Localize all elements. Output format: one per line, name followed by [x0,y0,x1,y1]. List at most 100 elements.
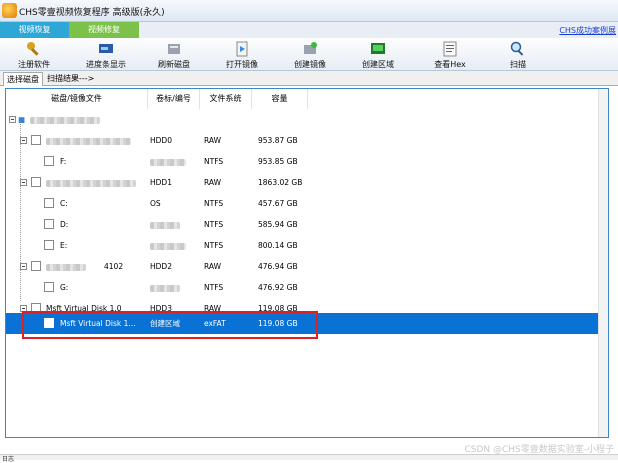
hex-view-icon [443,41,457,57]
disk-row[interactable]: HDD1 RAW 1863.02 GB [6,172,599,193]
partition-label: OS [150,199,161,208]
disk-filesystem: RAW [204,178,222,187]
partition-capacity: 457.67 GB [258,199,298,208]
partition-filesystem: NTFS [204,157,224,166]
tab-video-repair[interactable]: 视频修复 [69,22,139,38]
disk-label: HDD2 [150,262,172,271]
partition-filesystem: NTFS [204,220,224,229]
collapse-toggle[interactable] [20,179,27,186]
toolbar: 注册软件 进度条显示 刷新磁盘 打开镜像 创建镜像 创建区域 查看Hex 扫描 [0,38,618,71]
row-checkbox[interactable] [31,261,41,271]
success-cases-link[interactable]: CHS成功案例展 [559,25,616,36]
view-hex-button[interactable]: 查看Hex [430,39,470,70]
partition-filesystem: NTFS [204,199,224,208]
disk-list-panel: 磁盘/镜像文件 卷标/编号 文件系统 容量 ■ HDD0 RAW 953.87 … [5,88,609,438]
app-logo-icon [2,3,17,18]
create-image-icon [304,42,317,54]
key-icon [27,42,39,56]
magnifier-icon [510,41,524,56]
progress-label: 进度条显示 [86,60,126,69]
disk-label: HDD1 [150,178,172,187]
disk-name [46,172,136,193]
computer-root-row[interactable]: ■ [6,109,599,130]
progress-icon [99,44,113,53]
row-checkbox[interactable] [31,135,41,145]
status-text: 日志 [2,456,15,463]
row-checkbox[interactable] [44,198,54,208]
disk-label: HDD0 [150,136,172,145]
row-checkbox[interactable] [44,219,54,229]
row-checkbox[interactable] [44,282,54,292]
create-image-label: 创建镜像 [294,60,326,69]
create-region-icon [371,43,385,54]
partition-name: C: [60,199,68,208]
refresh-disk-label: 刷新磁盘 [158,60,190,69]
partition-name: D: [60,220,69,229]
progress-button[interactable]: 进度条显示 [80,39,132,70]
refresh-disk-button[interactable]: 刷新磁盘 [154,39,194,70]
disk-name [46,130,131,151]
partition-row[interactable]: G: NTFS 476.92 GB [6,277,599,298]
partition-row[interactable]: F: NTFS 953.85 GB [6,151,599,172]
computer-icon: ■ [18,115,26,124]
partition-name: F: [60,157,67,166]
main-tab-bar: 视频恢复 视频修复 [0,22,618,38]
header-label[interactable]: 卷标/编号 [148,89,200,109]
header-disk[interactable]: 磁盘/镜像文件 [6,89,148,109]
partition-row[interactable]: E: NTFS 800.14 GB [6,235,599,256]
register-label: 注册软件 [18,60,50,69]
partition-row[interactable]: C: OS NTFS 457.67 GB [6,193,599,214]
partition-capacity: 585.94 GB [258,220,298,229]
view-hex-label: 查看Hex [434,60,466,69]
partition-label [150,151,186,172]
open-image-icon [236,41,248,57]
open-image-label: 打开镜像 [226,60,258,69]
row-checkbox[interactable] [44,240,54,250]
disk-filesystem: RAW [204,136,222,145]
row-checkbox[interactable] [31,177,41,187]
collapse-toggle[interactable] [9,116,16,123]
window-title: CHS零壹视频恢复程序 高级版(永久) [19,8,165,18]
vertical-scrollbar[interactable] [598,89,608,437]
partition-name: G: [60,283,69,292]
partition-label [150,214,180,235]
disk-capacity: 1863.02 GB [258,178,303,187]
open-image-button[interactable]: 打开镜像 [222,39,262,70]
create-region-label: 创建区域 [362,60,394,69]
partition-label [150,235,186,256]
disk-row[interactable]: 4102 HDD2 RAW 476.94 GB [6,256,599,277]
disk-name-blurred [46,256,86,277]
disk-capacity: 476.94 GB [258,262,298,271]
scan-button[interactable]: 扫描 [498,39,538,70]
row-checkbox[interactable] [44,156,54,166]
partition-capacity: 953.85 GB [258,157,298,166]
table-header: 磁盘/镜像文件 卷标/编号 文件系统 容量 [6,89,599,109]
header-filesystem[interactable]: 文件系统 [200,89,252,109]
partition-filesystem: NTFS [204,283,224,292]
collapse-toggle[interactable] [20,263,27,270]
scan-label: 扫描 [510,60,526,69]
status-bar: 日志 [0,454,618,463]
partition-row[interactable]: D: NTFS 585.94 GB [6,214,599,235]
disk-row[interactable]: HDD0 RAW 953.87 GB [6,130,599,151]
partition-capacity: 800.14 GB [258,241,298,250]
disk-refresh-icon [168,44,180,54]
create-image-button[interactable]: 创建镜像 [290,39,330,70]
highlight-box [22,311,318,339]
collapse-toggle[interactable] [20,137,27,144]
tab-video-recovery[interactable]: 视频恢复 [0,22,69,38]
computer-name [30,109,100,130]
tab-select-disk[interactable]: 选择磁盘 [3,72,43,86]
header-capacity[interactable]: 容量 [252,89,308,109]
tab-scan-results[interactable]: 扫描结果---> [44,72,97,86]
partition-label [150,277,180,298]
partition-filesystem: NTFS [204,241,224,250]
disk-name: 4102 [104,262,124,271]
subtab-bar: 选择磁盘 扫描结果---> [0,71,618,86]
disk-filesystem: RAW [204,262,222,271]
disk-capacity: 953.87 GB [258,136,298,145]
create-region-button[interactable]: 创建区域 [358,39,398,70]
title-bar: CHS零壹视频恢复程序 高级版(永久) [0,0,618,22]
partition-name: E: [60,241,68,250]
register-button[interactable]: 注册软件 [14,39,54,70]
